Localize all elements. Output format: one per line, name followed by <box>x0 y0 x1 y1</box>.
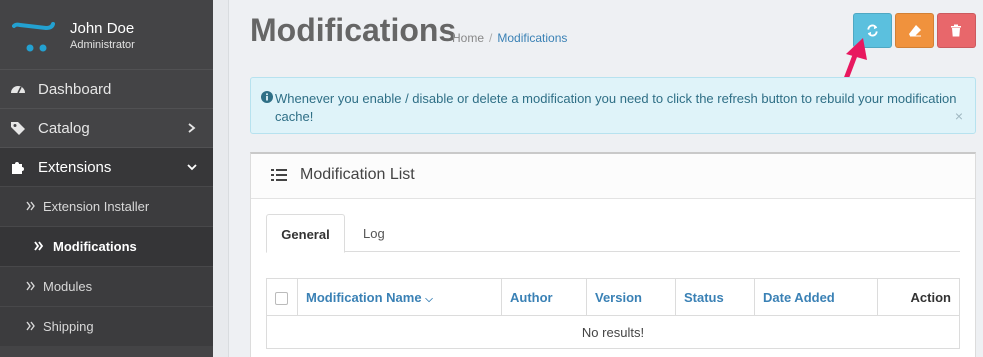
table-header-row: Modification Name ⌵ Author Version Statu… <box>266 278 960 316</box>
list-icon <box>271 169 287 181</box>
breadcrumb-separator: / <box>489 31 493 45</box>
column-header-date-added[interactable]: Date Added <box>754 278 878 316</box>
breadcrumb-home-link[interactable]: Home <box>452 31 484 45</box>
empty-results-message: No results! <box>266 315 960 349</box>
double-chevron-right-icon <box>34 241 44 251</box>
sidebar-subitem-label: Modules <box>43 279 93 294</box>
column-header-author[interactable]: Author <box>501 278 587 316</box>
alert-close-button[interactable]: × <box>955 108 963 124</box>
sidebar-subitem-modifications[interactable]: Modifications <box>0 226 213 266</box>
double-chevron-right-icon <box>26 321 35 331</box>
tab-log[interactable]: Log <box>363 226 385 241</box>
table-row: No results! <box>266 315 960 349</box>
chevron-down-icon <box>187 164 197 171</box>
sidebar-subitem-modules[interactable]: Modules <box>0 266 213 306</box>
chevron-right-icon <box>188 123 196 133</box>
alert-message: Whenever you enable / disable or delete … <box>275 91 957 124</box>
sidebar-subitem-shipping[interactable]: Shipping <box>0 306 213 346</box>
column-header-status[interactable]: Status <box>675 278 755 316</box>
sidebar-item-catalog[interactable]: Catalog <box>0 108 213 147</box>
sidebar-subitem-label: Shipping <box>43 319 94 334</box>
tab-general[interactable]: General <box>266 214 345 253</box>
sidebar-subitem-label: Extension Installer <box>43 199 150 214</box>
sidebar: John Doe Administrator Dashboard Catalog… <box>0 0 213 357</box>
panel-title: Modification List <box>300 166 415 183</box>
panel-heading: Modification List <box>251 154 975 199</box>
info-alert: Whenever you enable / disable or delete … <box>250 77 976 134</box>
column-header-modification-name[interactable]: Modification Name ⌵ <box>297 278 502 316</box>
user-name: John Doe <box>70 20 135 37</box>
column-header-version[interactable]: Version <box>586 278 676 316</box>
sidebar-subitem-label: Modifications <box>53 239 137 254</box>
clear-button[interactable] <box>895 13 934 48</box>
user-role: Administrator <box>70 39 135 51</box>
cart-logo-icon <box>12 22 55 52</box>
info-circle-icon <box>261 91 273 103</box>
sidebar-edge <box>213 0 229 357</box>
sidebar-item-label: Dashboard <box>38 81 112 98</box>
modification-list-panel: Modification List General Log Modificati… <box>250 152 976 357</box>
column-header-action: Action <box>877 278 960 316</box>
breadcrumb: Home / Modifications <box>452 31 567 45</box>
eraser-icon <box>909 25 921 37</box>
sidebar-item-label: Catalog <box>38 120 90 137</box>
caret-down-icon: ⌵ <box>425 293 433 305</box>
double-chevron-right-icon <box>26 201 35 211</box>
select-all-cell <box>266 278 298 316</box>
sidebar-subitem-extension-installer[interactable]: Extension Installer <box>0 186 213 226</box>
dashboard-icon <box>11 86 25 94</box>
tags-icon <box>11 122 25 135</box>
trash-icon <box>951 24 961 37</box>
tabs-divider <box>266 251 960 252</box>
sidebar-item-extensions[interactable]: Extensions <box>0 147 213 186</box>
sidebar-item-label: Extensions <box>38 159 112 176</box>
user-profile[interactable]: John Doe Administrator <box>0 0 213 69</box>
page-title: Modifications <box>250 12 457 48</box>
double-chevron-right-icon <box>26 281 35 291</box>
delete-button[interactable] <box>937 13 976 48</box>
puzzle-icon <box>12 162 24 174</box>
select-all-checkbox[interactable] <box>275 291 288 305</box>
sidebar-item-dashboard[interactable]: Dashboard <box>0 69 213 108</box>
breadcrumb-current-link[interactable]: Modifications <box>497 31 567 45</box>
modifications-table: Modification Name ⌵ Author Version Statu… <box>266 278 960 349</box>
